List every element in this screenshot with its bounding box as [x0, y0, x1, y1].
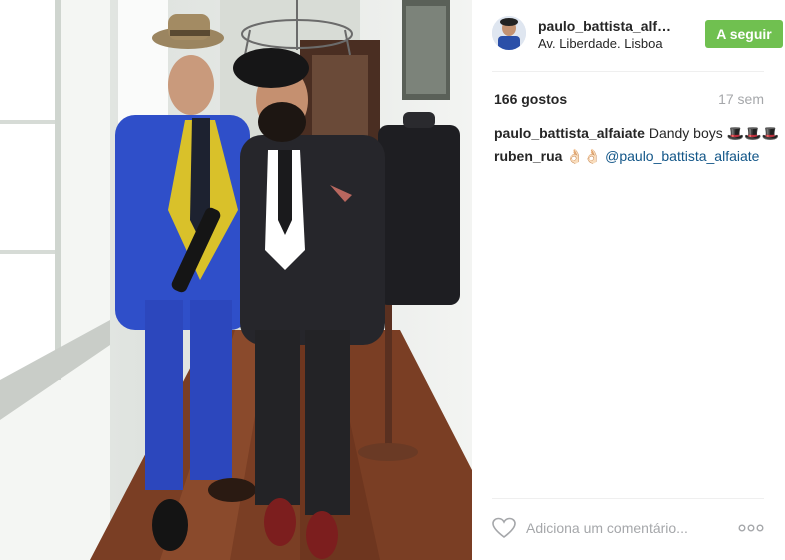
more-options-icon[interactable] — [738, 523, 764, 533]
post-time[interactable]: 17 sem — [718, 91, 764, 107]
post-sidebar: paulo_battista_alfaiate Av. Liberdade. L… — [472, 0, 785, 560]
avatar-image — [492, 16, 526, 50]
comment-text: 👌🏻👌🏻 — [566, 148, 602, 164]
author-username[interactable]: paulo_battista_alfaiate — [538, 18, 678, 34]
comment-input[interactable] — [526, 516, 716, 540]
footer-divider — [492, 498, 764, 499]
post-location[interactable]: Av. Liberdade. Lisboa — [538, 36, 663, 51]
post-photo[interactable] — [0, 0, 472, 560]
add-comment-bar — [492, 513, 764, 547]
header-divider — [492, 71, 764, 72]
comment-2: ruben_rua 👌🏻👌🏻 @paulo_battista_alfaiate — [494, 148, 759, 165]
comment-mention[interactable]: @paulo_battista_alfaiate — [605, 148, 759, 164]
photo-scene — [0, 0, 472, 560]
heart-icon[interactable] — [492, 517, 516, 539]
likes-count[interactable]: 166 gostos — [494, 91, 567, 107]
comment-user[interactable]: paulo_battista_alfaiate — [494, 125, 645, 141]
comment-user[interactable]: ruben_rua — [494, 148, 562, 164]
comment-text: Dandy boys 🎩🎩🎩 — [648, 125, 779, 141]
comment-1: paulo_battista_alfaiate Dandy boys 🎩🎩🎩 — [494, 125, 779, 142]
post-header: paulo_battista_alfaiate Av. Liberdade. L… — [492, 14, 783, 54]
author-avatar[interactable] — [492, 16, 526, 50]
follow-button[interactable]: A seguir — [705, 20, 783, 48]
